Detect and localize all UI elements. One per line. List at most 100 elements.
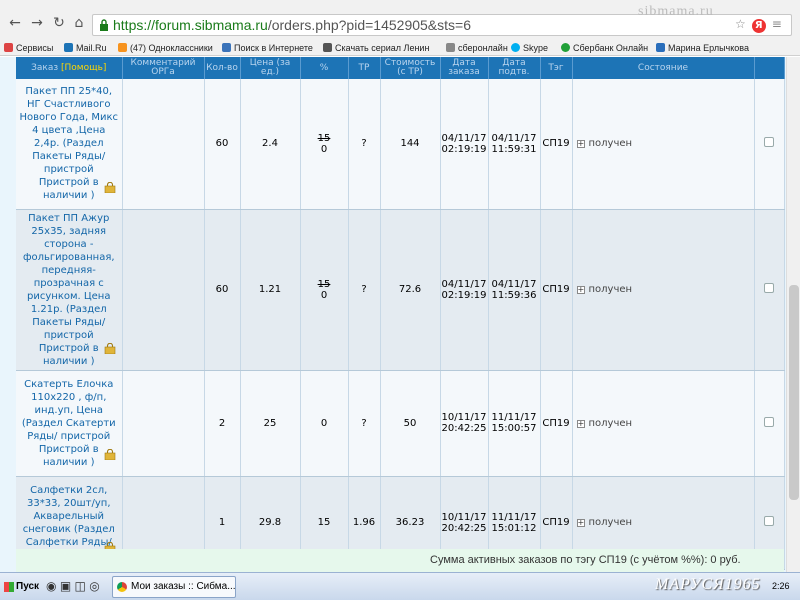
bookmark-label: Сбербанк Онлайн (573, 43, 649, 53)
tr-cell: ? (348, 79, 381, 210)
bookmark-label: Поиск в Интернете (234, 43, 313, 53)
bookmark-label: Skype (523, 43, 549, 53)
bookmark-item[interactable]: Mail.Ru (64, 43, 107, 53)
row-checkbox[interactable] (764, 137, 774, 148)
col-comment: Комментарий ОРГа (122, 57, 205, 79)
col-tr: ТР (348, 57, 381, 79)
expand-icon[interactable]: + (576, 286, 585, 294)
pct-value: 15 (317, 517, 331, 528)
state-cell: + получен (572, 209, 755, 371)
col-state: Состояние (572, 57, 755, 79)
star-icon[interactable]: ☆ (735, 17, 746, 31)
orders-table: Заказ [Помощь] Комментарий ОРГа Кол-во Ц… (16, 57, 785, 570)
system-clock: 2:26 (772, 581, 790, 591)
active-orders-summary: Сумма активных заказов по тэгу СП19 (с у… (16, 549, 784, 572)
save-icon[interactable]: ▣ (60, 579, 71, 593)
pct-cell: 15 0 (300, 79, 349, 210)
taskbar-window-button[interactable]: Мои заказы :: Сибма... (112, 576, 236, 598)
menu-icon[interactable]: ≡ (772, 17, 782, 31)
confirm-time: 11:59:36 (491, 289, 537, 301)
bookmark-item[interactable]: Skype (511, 43, 548, 53)
url-path-part: /orders.php?pid=1452905&sts=6 (267, 17, 471, 33)
expand-icon[interactable]: + (576, 419, 585, 428)
col-confirm-date: Дата подтв. (488, 57, 541, 79)
comment-cell (122, 370, 205, 477)
state-text: получен (588, 138, 633, 150)
tr-cell: ? (348, 209, 381, 371)
order-date-cell: 04/11/17 02:19:19 (440, 79, 489, 210)
reload-button[interactable]: ↻ (50, 14, 68, 32)
col-order-date: Дата заказа (440, 57, 489, 79)
folder-icon[interactable]: ◫ (75, 579, 86, 593)
order-item-name[interactable]: Скатерть Елочка 110x220 , ф/п, инд.уп, Ц… (16, 370, 123, 477)
search-icon (222, 43, 231, 52)
bookmark-item[interactable]: (47) Одноклассники (118, 43, 213, 53)
start-button[interactable]: Пуск (2, 577, 40, 597)
back-button[interactable]: ← (6, 14, 24, 32)
help-link[interactable]: [Помощь] (61, 63, 106, 73)
scroll-thumb[interactable] (789, 285, 799, 500)
bookmark-item[interactable]: сберонлайн (446, 43, 508, 53)
profile-icon (656, 43, 665, 52)
bookmark-item[interactable]: Скачать сериал Ленин (323, 43, 429, 53)
confirm-date-cell: 04/11/17 11:59:36 (488, 209, 541, 371)
summary-text: Сумма активных заказов по тэгу СП19 (с у… (430, 554, 741, 566)
row-checkbox[interactable] (764, 416, 774, 427)
quicklaunch: ◉ ▣ ◫ ◎ (46, 579, 100, 593)
state-cell: + получен (572, 370, 755, 477)
apps-icon (4, 43, 13, 52)
pct-old: 15 (317, 132, 331, 144)
row-checkbox[interactable] (764, 516, 774, 526)
chrome-icon[interactable]: ◎ (89, 579, 99, 593)
header-order-label: Заказ (31, 62, 59, 73)
pct-cell: 15 0 (300, 209, 349, 371)
confirm-date-cell: 11/11/17 15:00:57 (488, 370, 541, 477)
table-row: Пакет ПП 25*40, НГ Счастливого Нового Го… (16, 79, 785, 210)
forward-button[interactable]: → (28, 14, 46, 32)
cost-cell: 50 (380, 370, 441, 477)
price-cell: 25 (240, 370, 301, 477)
order-date-cell: 04/11/17 02:19:19 (440, 209, 489, 371)
home-button[interactable]: ⌂ (70, 14, 88, 32)
yandex-icon[interactable]: Я (751, 19, 766, 33)
pct-value: 0 (320, 143, 328, 155)
bookmark-label: (47) Одноклассники (130, 43, 213, 53)
lock-icon (100, 19, 108, 31)
bookmark-item[interactable]: Сервисы (4, 43, 53, 53)
col-qty: Кол-во (204, 57, 241, 79)
order-item-name[interactable]: Пакет ПП Ажур 25x35, задняя сторона - фо… (16, 209, 123, 371)
page-icon (446, 43, 455, 52)
item-name-text: Пакет ПП Ажур 25x35, задняя сторона - фо… (22, 212, 115, 367)
state-text: получен (588, 417, 633, 429)
table-row: Пакет ПП Ажур 25x35, задняя сторона - фо… (16, 209, 785, 371)
ie-icon[interactable]: ◉ (46, 579, 56, 593)
bookmark-item[interactable]: Поиск в Интернете (222, 43, 313, 53)
select-cell (754, 370, 785, 477)
row-checkbox[interactable] (764, 283, 774, 293)
bookmark-item[interactable]: Сбербанк Онлайн (561, 43, 648, 53)
expand-icon[interactable]: + (576, 519, 585, 527)
skype-icon (511, 43, 520, 52)
order-item-name[interactable]: Пакет ПП 25*40, НГ Счастливого Нового Го… (16, 79, 123, 210)
bookmark-label: Скачать сериал Ленин (335, 43, 430, 53)
order-date: 04/11/17 (441, 278, 487, 290)
orders-table-wrap: Заказ [Помощь] Комментарий ОРГа Кол-во Ц… (16, 57, 785, 570)
select-cell (754, 79, 785, 210)
page-scrollbar[interactable] (786, 57, 800, 572)
user-watermark: МАРУСЯ1965 (655, 576, 761, 593)
state-text: получен (588, 284, 633, 295)
bookmark-item[interactable]: Марина Ерлычкова (656, 43, 749, 53)
price-cell: 1.21 (240, 209, 301, 371)
order-time: 20:42:25 (441, 423, 487, 434)
site-watermark: sibmama.ru (638, 4, 714, 19)
lock-icon (104, 181, 115, 193)
url-secure-part: https://forum.sibmama.ru (113, 17, 268, 33)
item-name-text: Скатерть Елочка 110x220 , ф/п, инд.уп, Ц… (21, 378, 116, 468)
select-cell (754, 209, 785, 371)
order-time: 02:19:19 (441, 289, 487, 301)
qty-cell: 60 (204, 209, 241, 371)
mailru-icon (64, 43, 73, 52)
expand-icon[interactable]: + (576, 140, 585, 149)
table-header-row: Заказ [Помощь] Комментарий ОРГа Кол-во Ц… (16, 57, 785, 79)
state-text: получен (588, 517, 633, 528)
